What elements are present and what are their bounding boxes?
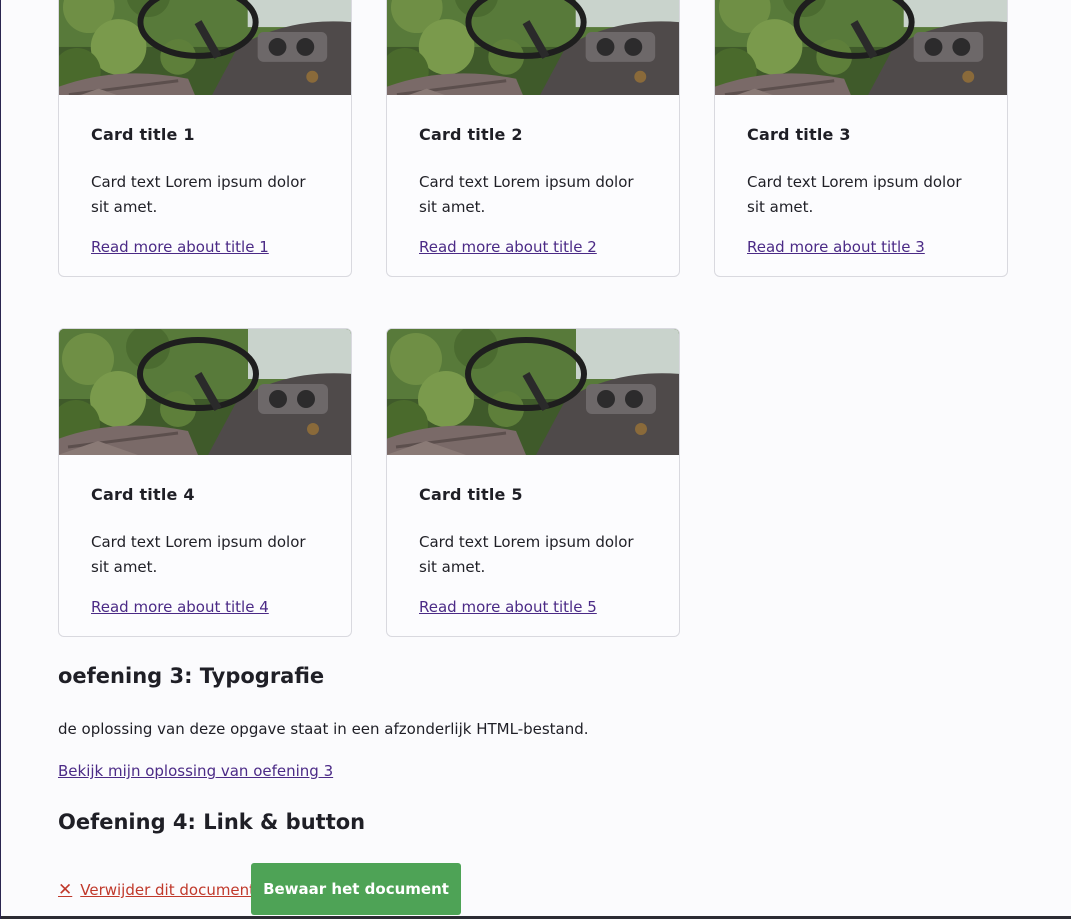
card-title: Card title 1 [91, 125, 195, 144]
card-image [59, 329, 351, 455]
save-document-button[interactable]: Bewaar het document [251, 863, 461, 915]
card-3: Card title 3 Card text Lorem ipsum dolor… [714, 0, 1008, 277]
card-image [387, 0, 679, 95]
read-more-link[interactable]: Read more about title 4 [91, 598, 269, 616]
card-title: Card title 2 [419, 125, 523, 144]
card-1: Card title 1 Card text Lorem ipsum dolor… [58, 0, 352, 277]
card-image [59, 0, 351, 95]
card-text: Card text Lorem ipsum dolor sit amet. [91, 173, 306, 216]
card-text: Card text Lorem ipsum dolor sit amet. [419, 173, 634, 216]
read-more-link[interactable]: Read more about title 1 [91, 238, 269, 256]
exercise-3-solution-link[interactable]: Bekijk mijn oplossing van oefening 3 [58, 762, 333, 780]
card-image [387, 329, 679, 455]
exercise-3-title: oefening 3: Typografie [58, 664, 325, 688]
exercise-3-text: de oplossing van deze opgave staat in ee… [58, 720, 589, 738]
card-4: Card title 4 Card text Lorem ipsum dolor… [58, 328, 352, 637]
card-text: Card text Lorem ipsum dolor sit amet. [747, 173, 962, 216]
card-title: Card title 3 [747, 125, 851, 144]
close-icon: ✕ [58, 880, 73, 900]
delete-document-link[interactable]: ✕ Verwijder dit document [58, 880, 255, 900]
card-title: Card title 5 [419, 485, 523, 504]
delete-document-label: Verwijder dit document [80, 881, 256, 899]
exercise-4-title: Oefening 4: Link & button [58, 810, 366, 834]
card-5: Card title 5 Card text Lorem ipsum dolor… [386, 328, 680, 637]
card-image [715, 0, 1007, 95]
read-more-link[interactable]: Read more about title 5 [419, 598, 597, 616]
card-title: Card title 4 [91, 485, 195, 504]
card-text: Card text Lorem ipsum dolor sit amet. [419, 533, 634, 576]
read-more-link[interactable]: Read more about title 2 [419, 238, 597, 256]
card-text: Card text Lorem ipsum dolor sit amet. [91, 533, 306, 576]
card-2: Card title 2 Card text Lorem ipsum dolor… [386, 0, 680, 277]
read-more-link[interactable]: Read more about title 3 [747, 238, 925, 256]
